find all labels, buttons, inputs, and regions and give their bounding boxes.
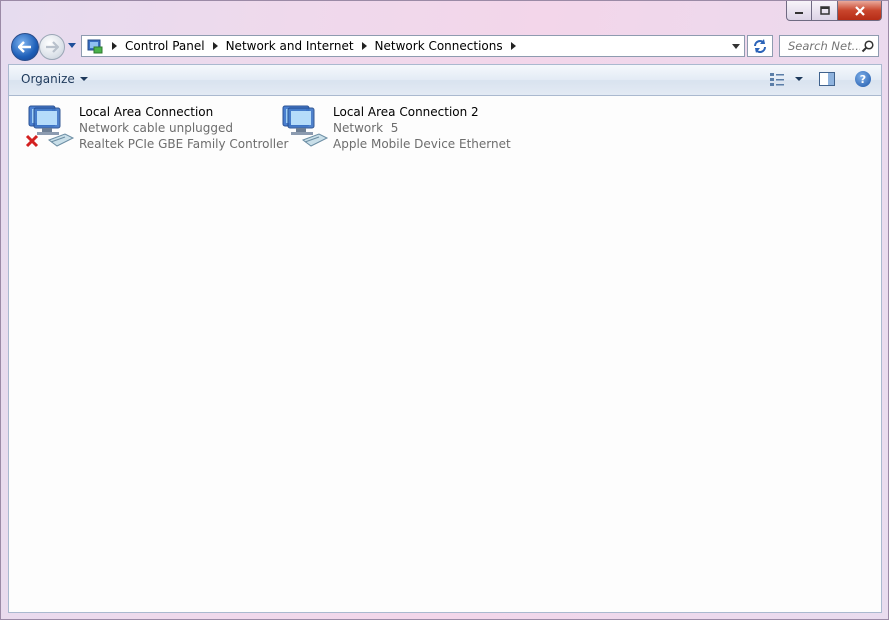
- maximize-button[interactable]: [812, 1, 838, 21]
- organize-label: Organize: [21, 72, 75, 86]
- disconnected-x-icon: [25, 134, 39, 148]
- organize-menu-button[interactable]: Organize: [21, 72, 88, 86]
- toolbar-right: ?: [769, 71, 871, 87]
- help-icon[interactable]: ?: [855, 71, 871, 87]
- refresh-icon: [754, 39, 766, 53]
- connection-device: Apple Mobile Device Ethernet: [333, 137, 511, 151]
- explorer-window: Control Panel Network and Internet Netwo…: [0, 0, 889, 620]
- preview-pane-icon[interactable]: [819, 72, 835, 86]
- view-options-chevron-icon[interactable]: [795, 77, 803, 81]
- address-bar[interactable]: Control Panel Network and Internet Netwo…: [81, 35, 745, 57]
- chevron-down-icon: [79, 77, 88, 81]
- navigation-row: Control Panel Network and Internet Netwo…: [1, 33, 888, 61]
- network-adapter-icon: [25, 104, 77, 152]
- title-bar[interactable]: [1, 1, 888, 33]
- connection-name: Local Area Connection 2: [333, 105, 479, 119]
- search-input[interactable]: [786, 38, 862, 54]
- back-button[interactable]: [11, 33, 39, 61]
- connection-item[interactable]: Local Area Connection 2 Network 5 Apple …: [279, 104, 511, 152]
- arrow-left-icon: [18, 41, 31, 53]
- forward-button[interactable]: [39, 34, 65, 60]
- arrow-right-icon: [46, 41, 59, 53]
- search-icon[interactable]: [861, 40, 874, 53]
- breadcrumb-network-connections[interactable]: Network Connections: [375, 39, 503, 53]
- network-folder-icon: [87, 39, 103, 54]
- breadcrumb-network-and-internet[interactable]: Network and Internet: [226, 39, 354, 53]
- connection-details: Local Area Connection 2 Network 5 Apple …: [333, 104, 511, 152]
- command-bar: Organize ?: [8, 64, 882, 95]
- maximize-icon: [819, 5, 830, 15]
- close-icon: [854, 5, 865, 16]
- breadcrumb-separator[interactable]: [112, 42, 117, 50]
- connection-name: Local Area Connection: [79, 105, 214, 119]
- connection-status: Network 5: [333, 121, 399, 135]
- connection-device: Realtek PCIe GBE Family Controller: [79, 137, 289, 151]
- minimize-icon: [795, 11, 803, 14]
- breadcrumb-separator[interactable]: [510, 42, 516, 50]
- close-button[interactable]: [838, 1, 882, 21]
- computer-network-icon: [282, 105, 329, 147]
- change-view-icon[interactable]: [769, 71, 785, 87]
- address-dropdown-icon[interactable]: [732, 44, 740, 49]
- breadcrumb-separator[interactable]: [361, 42, 367, 50]
- search-box[interactable]: [779, 35, 879, 57]
- connection-details: Local Area Connection Network cable unpl…: [79, 104, 288, 152]
- recent-pages-chevron-icon[interactable]: [66, 41, 78, 51]
- connections-list: Local Area Connection Network cable unpl…: [8, 95, 882, 613]
- connection-item[interactable]: Local Area Connection Network cable unpl…: [25, 104, 288, 152]
- connection-status: Network cable unplugged: [79, 121, 234, 135]
- network-adapter-icon: [279, 104, 331, 152]
- breadcrumb-control-panel[interactable]: Control Panel: [125, 39, 205, 53]
- caption-buttons: [786, 1, 882, 21]
- minimize-button[interactable]: [786, 1, 812, 21]
- breadcrumb-separator[interactable]: [212, 42, 218, 50]
- refresh-button[interactable]: [747, 35, 773, 57]
